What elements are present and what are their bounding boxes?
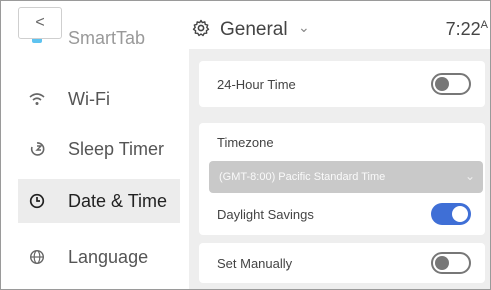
- chevron-down-icon[interactable]: ⌄: [298, 19, 310, 36]
- sidebar-item-label: Language: [68, 246, 149, 267]
- clock-time: 7:22: [445, 19, 481, 39]
- sidebar-item-language[interactable]: Language: [18, 235, 180, 279]
- setting-card-manual: Set Manually: [199, 243, 485, 283]
- sidebar-item-label: Wi-Fi: [68, 88, 110, 109]
- sidebar-item-date-time[interactable]: Date & Time: [18, 179, 180, 223]
- gear-icon: [192, 19, 210, 40]
- clock-suffix: A: [480, 19, 488, 31]
- toggle-knob: [452, 206, 468, 222]
- toggle-knob: [435, 256, 449, 270]
- chevron-down-icon: ⌄: [464, 169, 475, 183]
- sidebar-item-label: Date & Time: [68, 190, 168, 211]
- page-title[interactable]: General: [220, 19, 288, 41]
- daylight-label: Daylight Savings: [217, 207, 314, 222]
- manual-label: Set Manually: [217, 256, 293, 271]
- daylight-toggle[interactable]: [431, 203, 471, 225]
- back-button[interactable]: <: [18, 7, 62, 39]
- manual-toggle[interactable]: [431, 252, 471, 274]
- timezone-select[interactable]: (GMT-8:00) Pacific Standard Time ⌄: [209, 161, 483, 193]
- sidebar-item-sleep-timer[interactable]: Sleep Timer: [18, 127, 180, 171]
- settings-panel: 24-Hour Time Timezone (GMT-8:00) Pacific…: [189, 49, 490, 289]
- clock-icon: [18, 193, 56, 209]
- back-chevron-icon: <: [35, 14, 45, 31]
- sidebar-item-label: SmartTab: [68, 27, 146, 48]
- setting-card-timezone: Timezone (GMT-8:00) Pacific Standard Tim…: [199, 123, 485, 235]
- hour24-label: 24-Hour Time: [217, 77, 296, 92]
- sidebar: < SmartTab Wi-Fi Sleep Timer Date & Time: [1, 1, 184, 289]
- timezone-value: (GMT-8:00) Pacific Standard Time: [219, 171, 386, 183]
- wifi-icon: [18, 92, 56, 106]
- sidebar-item-wifi[interactable]: Wi-Fi: [18, 77, 180, 121]
- sleep-timer-icon: [18, 141, 56, 157]
- timezone-label: Timezone: [217, 135, 274, 150]
- status-clock: 7:22A: [446, 19, 488, 40]
- settings-window: < SmartTab Wi-Fi Sleep Timer Date & Time: [0, 0, 491, 290]
- globe-icon: [18, 249, 56, 265]
- sidebar-item-label: Sleep Timer: [68, 138, 165, 159]
- toggle-knob: [435, 77, 449, 91]
- header: General ⌄ 7:22A: [184, 1, 490, 49]
- setting-card-24hour: 24-Hour Time: [199, 61, 485, 107]
- hour24-toggle[interactable]: [431, 73, 471, 95]
